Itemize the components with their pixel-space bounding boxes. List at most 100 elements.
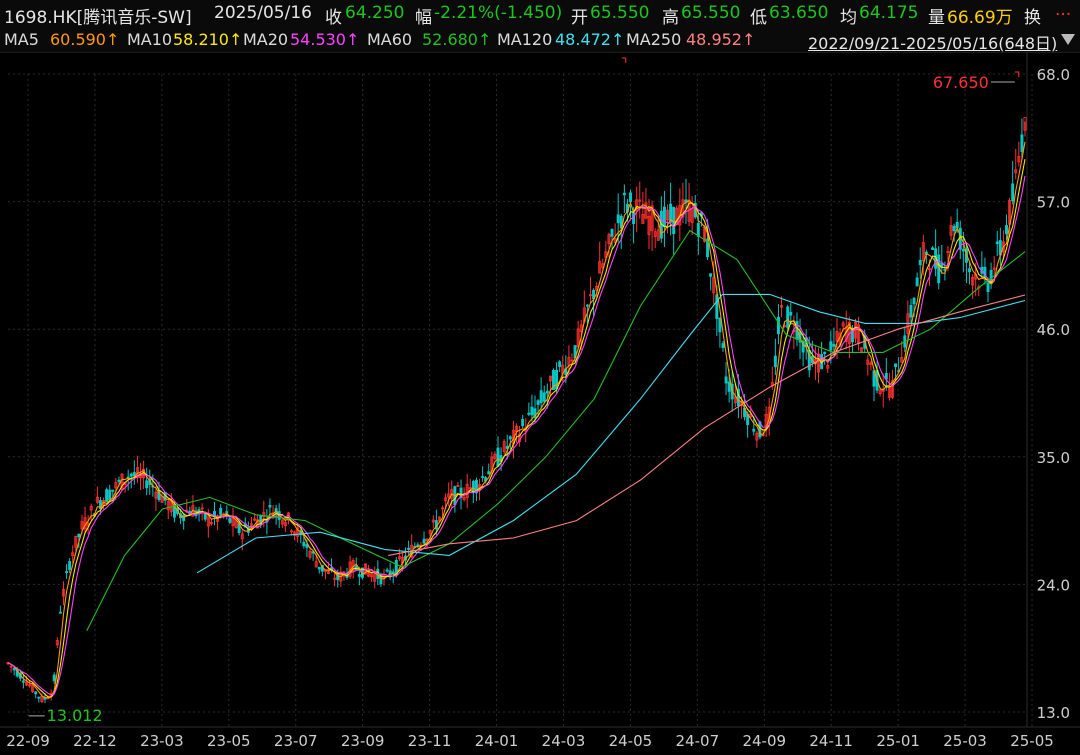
- candle-body: [986, 282, 990, 292]
- candle-body: [105, 489, 109, 503]
- volume-value: 66.69万: [947, 8, 1013, 28]
- ma20-value: 54.530↑: [290, 30, 360, 49]
- date-range-selector[interactable]: 2022/09/21-2025/05/16(648日): [808, 30, 1057, 54]
- x-tick-label: 23-11: [408, 732, 452, 750]
- candle-body: [709, 273, 713, 277]
- candle-body: [968, 268, 972, 273]
- candle-body: [616, 214, 620, 224]
- candle-body: [662, 206, 666, 228]
- x-tick-label: 24-05: [609, 732, 653, 750]
- low-annotation: 13.012: [47, 706, 103, 725]
- candle-body: [1020, 134, 1024, 152]
- ma5-label: MA5: [4, 30, 39, 49]
- high-label: 高: [662, 8, 679, 28]
- candle-body: [521, 419, 525, 427]
- candle-body: [555, 369, 559, 390]
- candle-body: [268, 504, 272, 508]
- y-tick-label: 13.0: [1037, 704, 1070, 722]
- candle-body: [58, 611, 62, 614]
- candle-body: [931, 247, 935, 250]
- x-tick-label: 24-03: [542, 732, 586, 750]
- quote-header: 1698.HK[腾讯音乐-SW] 2025/05/16 收 64.250 幅 -…: [0, 0, 1080, 28]
- x-tick-label: 25-05: [1010, 732, 1054, 750]
- candle-body: [585, 304, 589, 307]
- candle-body: [77, 533, 81, 538]
- y-tick-label: 35.0: [1037, 449, 1070, 467]
- candle-body: [496, 447, 500, 467]
- peak-marker: [1014, 71, 1020, 78]
- candle-body: [487, 471, 491, 475]
- ma20-label: MA20: [243, 30, 289, 49]
- moving-average-legend: MA5 60.590↑ MA10 58.210↑ MA20 54.530↑ MA…: [0, 28, 1080, 53]
- x-tick-label: 25-01: [876, 732, 920, 750]
- stock-symbol[interactable]: 1698.HK[腾讯音乐-SW]: [4, 3, 192, 28]
- avg-label: 均: [840, 8, 857, 28]
- candle-body: [952, 225, 956, 232]
- x-tick-label: 23-09: [341, 732, 385, 750]
- triangle-down-icon[interactable]: [1060, 31, 1076, 50]
- more-menu-button[interactable]: ...: [1055, 0, 1071, 20]
- chart-grid: [0, 52, 1080, 728]
- ma250-line: [388, 294, 1026, 556]
- avg-value: 64.175: [859, 3, 919, 23]
- x-tick-label: 23-03: [140, 732, 184, 750]
- x-tick-label: 23-07: [274, 732, 318, 750]
- candle-body: [894, 363, 898, 368]
- candle-body: [21, 680, 25, 683]
- candle-body: [471, 481, 475, 493]
- ma120-line: [196, 293, 1026, 574]
- close-label: 收: [325, 8, 342, 28]
- y-tick-label: 24.0: [1037, 576, 1070, 594]
- candle-body: [68, 561, 72, 570]
- x-axis: 22-09 22-12 23-03 23-05 23-07 23-09 23-11 24-01…: [6, 732, 1054, 750]
- candle-body: [752, 428, 756, 432]
- moving-average-lines: [7, 141, 1026, 699]
- candle-body: [385, 569, 389, 572]
- kline-chart[interactable]: 68.0 57.0 46.0 35.0 24.0 13.0 22-09 22-12 23-03…: [0, 52, 1080, 755]
- candle-body: [832, 343, 836, 347]
- candle-body: [558, 361, 562, 367]
- ma60-label: MA60: [367, 30, 413, 49]
- candle-body: [696, 222, 700, 237]
- close-value: 64.250: [345, 3, 405, 23]
- candle-body: [1011, 183, 1015, 202]
- candle-body: [407, 547, 411, 550]
- y-axis: 68.0 57.0 46.0 35.0 24.0 13.0: [1037, 66, 1070, 722]
- candle-body: [117, 479, 121, 483]
- price-bars: [6, 117, 1027, 703]
- change-value: -2.21%(-1.450): [434, 3, 563, 23]
- candle-body: [111, 489, 115, 492]
- x-tick-label: 23-05: [207, 732, 251, 750]
- candle-body: [776, 316, 780, 335]
- ma250-value: 48.952↑: [686, 30, 756, 49]
- ma5-line: [7, 141, 1026, 699]
- candle-body: [302, 541, 306, 547]
- candle-body: [718, 317, 722, 333]
- candle-body: [481, 476, 485, 478]
- candle-body: [1005, 225, 1008, 235]
- ma60-value: 52.680↑: [422, 30, 492, 49]
- candle-body: [34, 691, 38, 695]
- candle-body: [539, 390, 543, 404]
- candle-body: [545, 390, 549, 394]
- candle-body: [610, 228, 614, 237]
- x-tick-label: 22-12: [73, 732, 117, 750]
- candle-body: [37, 696, 41, 699]
- candle-body: [536, 400, 540, 405]
- candle-body: [622, 192, 626, 196]
- candle-body: [317, 566, 321, 570]
- change-label: 幅: [415, 8, 432, 28]
- ma10-value: 58.210↑: [173, 30, 243, 49]
- x-tick-label: 24-09: [742, 732, 786, 750]
- quote-date: 2025/05/16: [214, 3, 312, 23]
- candle-body: [12, 667, 16, 671]
- candle-body: [422, 538, 426, 544]
- candle-body: [145, 480, 149, 489]
- candle-body: [228, 518, 232, 523]
- candle-body: [721, 343, 725, 348]
- ma10-label: MA10: [127, 30, 173, 49]
- ma60-line: [86, 229, 1026, 632]
- candle-body: [52, 674, 56, 682]
- candle-body: [65, 571, 69, 573]
- low-value: 63.650: [769, 3, 829, 23]
